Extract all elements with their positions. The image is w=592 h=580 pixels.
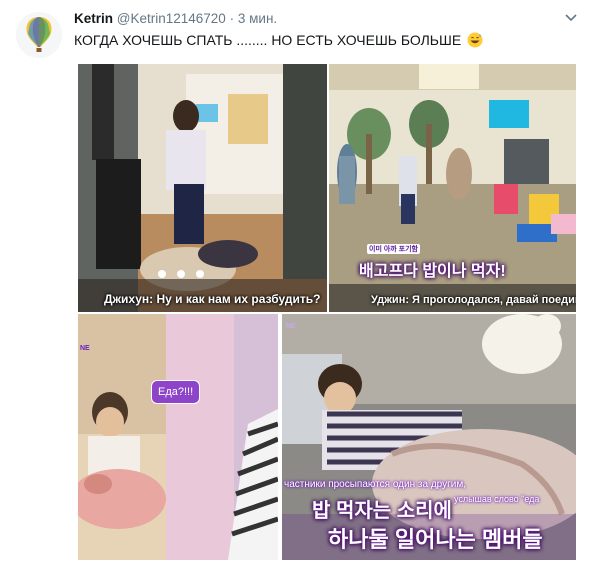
media-grid: Джихун: Ну и как нам их разбудить? 이미 아까… bbox=[74, 58, 582, 566]
korean-subtitle-line2: 하나둘 일어나는 멤버들 bbox=[328, 527, 543, 552]
russian-subtitle-side: услышав слово "еда bbox=[454, 494, 540, 504]
speech-bubble: Еда?!!! bbox=[151, 380, 201, 404]
media-image-1[interactable]: Джихун: Ну и как нам их разбудить? bbox=[78, 64, 327, 312]
separator-dot: · bbox=[229, 11, 235, 26]
subtitle-1: Джихун: Ну и как нам их разбудить? bbox=[104, 292, 321, 306]
media-image-2[interactable]: 이미 아까 포기함 배고프다 밥이나 먹자! Уджин: Я проголод… bbox=[329, 64, 576, 312]
media-image-3[interactable]: NE Еда?!!! bbox=[78, 314, 278, 560]
avatar[interactable] bbox=[16, 12, 62, 58]
korean-subtitle-line1: 밥 먹자는 소리에 bbox=[312, 500, 452, 522]
tweet-header: Ketrin @Ketrin12146720 · 3 мин. bbox=[74, 11, 277, 26]
korean-subtitle-small: 이미 아까 포기함 bbox=[367, 244, 420, 254]
russian-subtitle: частники просыпаются один за другим, bbox=[284, 479, 467, 490]
tweet-text-content: КОГДА ХОЧЕШЬ СПАТЬ ........ НО ЕСТЬ ХОЧЕ… bbox=[74, 32, 462, 48]
timestamp[interactable]: 3 мин. bbox=[238, 11, 277, 26]
author-handle[interactable]: @Ketrin12146720 bbox=[117, 11, 226, 26]
subtitle-2: Уджин: Я проголодался, давай поедим. bbox=[371, 294, 576, 306]
svg-text:NE: NE bbox=[80, 345, 90, 352]
korean-subtitle-main: 배고프다 밥이나 먹자! bbox=[359, 263, 506, 280]
grinning-sweat-emoji-icon bbox=[467, 32, 483, 48]
media-image-4[interactable]: NE частники просыпаются один за другим, … bbox=[282, 314, 576, 560]
child-bed-scene-image: NE bbox=[78, 314, 278, 560]
hallway-scene-image bbox=[78, 64, 327, 312]
tweet-text: КОГДА ХОЧЕШЬ СПАТЬ ........ НО ЕСТЬ ХОЧЕ… bbox=[74, 32, 483, 48]
hot-air-balloon-icon bbox=[16, 12, 62, 58]
author-name[interactable]: Ketrin bbox=[74, 11, 113, 26]
tweet: Ketrin @Ketrin12146720 · 3 мин. КОГДА ХО… bbox=[0, 0, 592, 580]
svg-text:NE: NE bbox=[286, 323, 296, 330]
chevron-down-icon[interactable] bbox=[564, 10, 578, 24]
